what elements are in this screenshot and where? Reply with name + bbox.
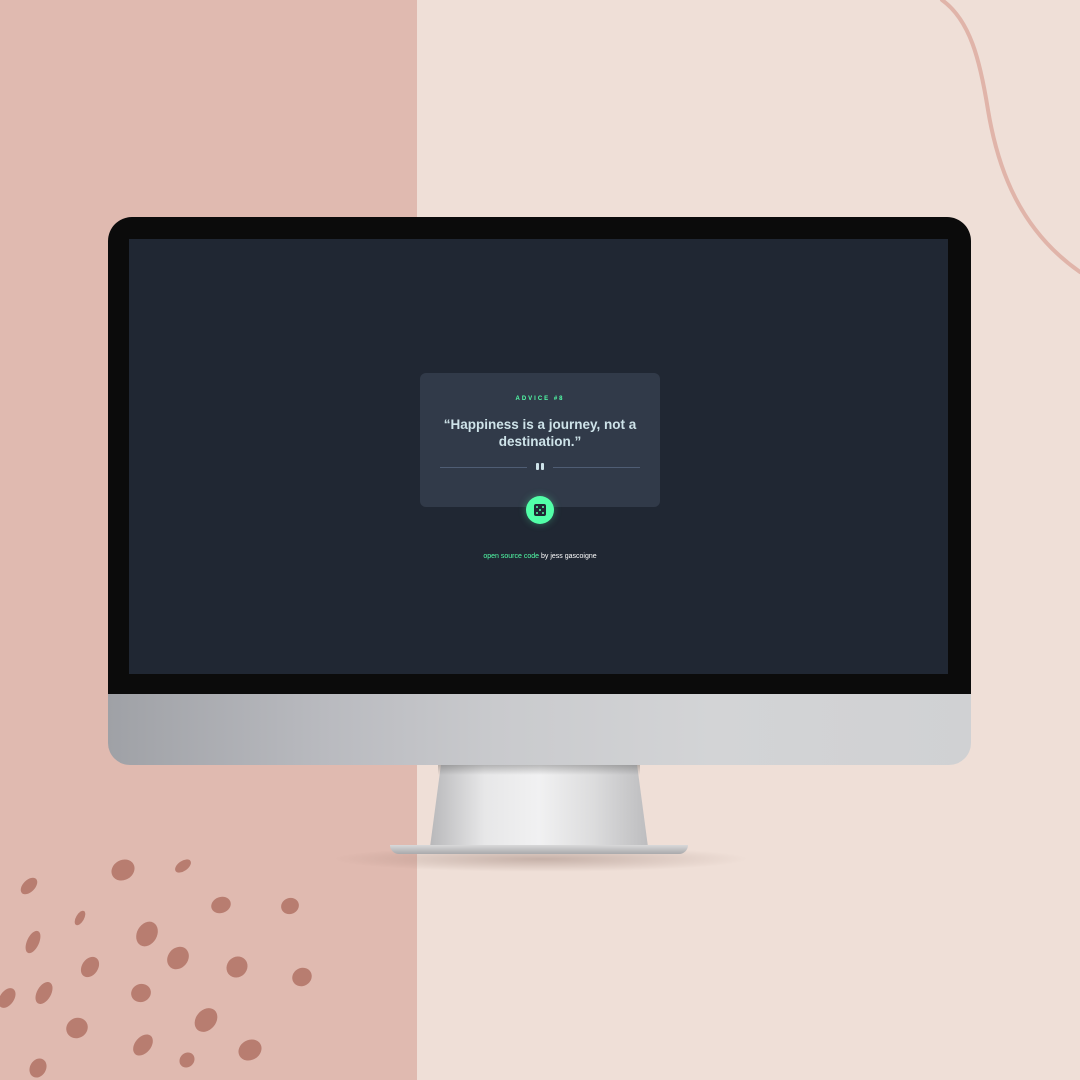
divider-line-left	[440, 467, 527, 468]
decorative-dots	[0, 859, 312, 1078]
pause-icon	[535, 463, 545, 471]
advice-number-label: ADVICE #8	[515, 396, 565, 402]
monitor-stand-shade	[438, 765, 640, 775]
dice-icon	[534, 504, 546, 516]
divider-line-right	[553, 467, 640, 468]
advice-card: ADVICE #8 “Happiness is a journey, not a…	[420, 373, 660, 507]
attribution-author: by jess gascoigne	[539, 553, 597, 560]
monitor-chin	[108, 694, 971, 765]
open-source-code-link[interactable]: open source code	[483, 553, 539, 560]
monitor-stand-neck	[430, 765, 648, 847]
new-advice-button[interactable]	[526, 496, 554, 524]
monitor-stand-base	[390, 845, 688, 854]
attribution: open source code by jess gascoigne	[429, 553, 651, 560]
advice-quote: “Happiness is a journey, not a destinati…	[443, 417, 637, 449]
